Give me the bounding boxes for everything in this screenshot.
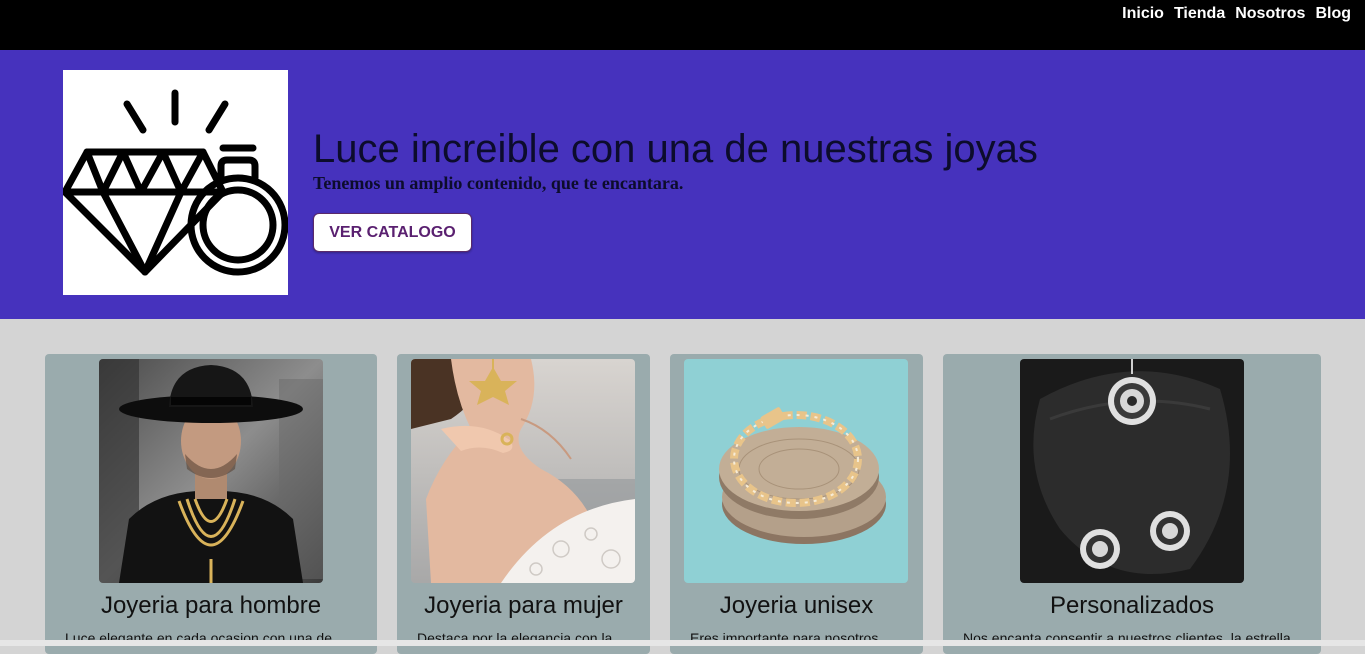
ver-catalogo-button[interactable]: VER CATALOGO — [313, 213, 472, 252]
category-card-personalizados[interactable]: Personalizados Nos encanta consentir a n… — [943, 354, 1321, 654]
hero-subtitle: Tenemos un amplio contenido, que te enca… — [313, 173, 684, 193]
nav-link-nosotros[interactable]: Nosotros — [1235, 4, 1305, 23]
unisex-jewelry-photo — [684, 359, 908, 583]
nav-link-tienda[interactable]: Tienda — [1174, 4, 1225, 23]
hero-title: Luce increible con una de nuestras joyas — [313, 127, 1038, 171]
card-title: Joyeria para hombre — [100, 592, 322, 619]
nav-link-blog[interactable]: Blog — [1315, 4, 1351, 23]
women-jewelry-photo — [411, 359, 635, 583]
page-bottom-edge — [0, 640, 1365, 646]
hero-banner: Luce increible con una de nuestras joyas… — [0, 50, 1365, 319]
nav-link-inicio[interactable]: Inicio — [1122, 4, 1164, 23]
top-navbar: Inicio Tienda Nosotros Blog — [0, 0, 1365, 50]
category-card-mujer[interactable]: Joyeria para mujer Destaca por la elegan… — [397, 354, 650, 654]
category-card-hombre[interactable]: Joyeria para hombre Luce elegante en cad… — [45, 354, 377, 654]
diamond-ring-icon — [63, 70, 288, 295]
men-jewelry-photo — [99, 359, 323, 583]
card-title: Personalizados — [1049, 592, 1215, 619]
category-card-unisex[interactable]: Joyeria unisex Eres importante para noso… — [670, 354, 923, 654]
nav-menu: Inicio Tienda Nosotros Blog — [1122, 4, 1351, 23]
card-title: Joyeria unisex — [719, 592, 874, 619]
custom-jewelry-photo — [1020, 359, 1244, 583]
card-title: Joyeria para mujer — [424, 592, 623, 619]
